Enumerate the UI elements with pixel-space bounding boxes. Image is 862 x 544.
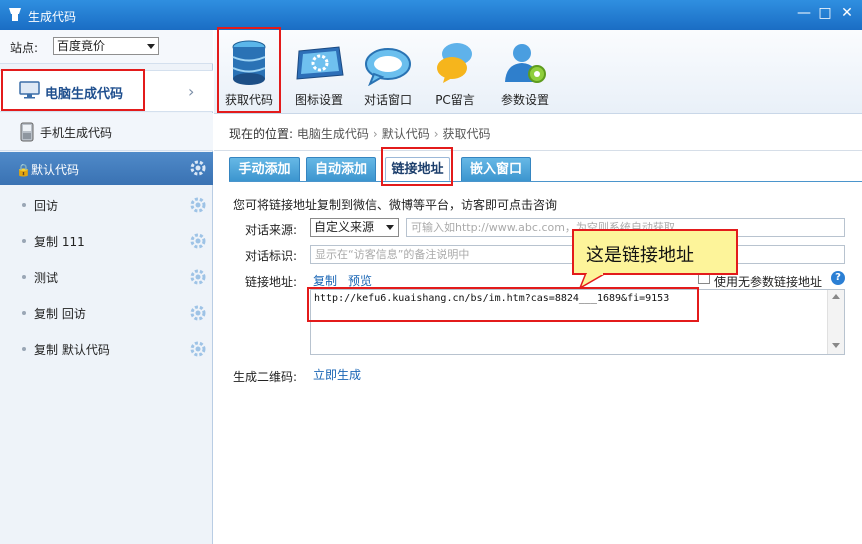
monitor-gear-icon (296, 46, 344, 80)
user-settings-icon (505, 44, 546, 83)
window-title: 生成代码 (28, 10, 77, 24)
qr-label: 生成二维码: (233, 370, 298, 384)
sidebar-item-label: 电脑生成代码 (45, 87, 124, 102)
help-icon[interactable]: ? (831, 271, 845, 285)
database-icon (232, 40, 266, 85)
sidebar-subitem-label: 测试 (34, 271, 59, 285)
sidebar-subitem-test[interactable]: 测试 (0, 259, 213, 295)
sidebar: 站点: 百度竟价 电脑生成代码 › 手机生成代码 🔒默认代码 回访 复制 111… (0, 30, 213, 544)
generate-qr-link[interactable]: 立即生成 (313, 366, 361, 383)
toolbar-get-code-button[interactable]: 获取代码 (218, 30, 280, 114)
gear-icon[interactable] (190, 305, 206, 321)
monitor-icon (19, 81, 40, 99)
sidebar-subitem-copy-default[interactable]: 复制 默认代码 (0, 331, 213, 367)
dropdown-arrow-icon (147, 44, 155, 49)
copy-link[interactable]: 复制 (313, 272, 337, 289)
sidebar-subitem-label: 复制 回访 (34, 307, 86, 321)
title-bar: 生成代码 — □ ✕ (0, 0, 862, 30)
minimize-button[interactable]: — (794, 3, 814, 23)
breadcrumb-item[interactable]: 电脑生成代码 (297, 127, 369, 141)
description-text: 您可将链接地址复制到微信、微博等平台，访客即可点击咨询 (233, 198, 558, 212)
site-row: 站点: 百度竟价 (0, 30, 213, 64)
sidebar-subitem-label: 复制 111 (34, 235, 85, 249)
dropdown-arrow-icon (386, 225, 394, 230)
toolbar-label: 获取代码 (224, 93, 273, 107)
source-label: 对话来源: (245, 223, 298, 237)
source-select-value: 自定义来源 (314, 220, 375, 234)
preview-link[interactable]: 预览 (348, 272, 372, 289)
link-value: http://kefu6.kuaishang.cn/bs/im.htm?cas=… (314, 293, 670, 304)
toolbar-label: PC留言 (435, 93, 475, 107)
toolbar-label: 对话窗口 (363, 93, 412, 107)
divider (214, 150, 862, 151)
gear-icon[interactable] (190, 160, 206, 176)
sidebar-subitem-revisit[interactable]: 回访 (0, 187, 213, 223)
tab-embed-window[interactable]: 嵌入窗口 (461, 157, 531, 181)
phone-icon (20, 122, 34, 142)
speech-bubbles-icon (437, 43, 472, 83)
sidebar-subitem-copy-revisit[interactable]: 复制 回访 (0, 295, 213, 331)
identity-label: 对话标识: (245, 249, 298, 263)
scroll-down-icon[interactable] (832, 343, 840, 348)
chat-bubble-icon (365, 48, 411, 86)
chevron-right-icon: › (188, 82, 195, 101)
breadcrumb-item[interactable]: 默认代码 (382, 127, 430, 141)
textarea-scrollbar[interactable] (827, 290, 844, 354)
bullet-icon (22, 239, 26, 243)
breadcrumb: 现在的位置: 电脑生成代码 › 默认代码 › 获取代码 (229, 125, 491, 142)
site-select-value: 百度竟价 (57, 39, 106, 53)
scroll-up-icon[interactable] (832, 294, 840, 299)
tab-manual-add[interactable]: 手动添加 (229, 157, 300, 181)
tab-underline (229, 181, 862, 182)
toolbar-parameter-settings-button[interactable]: 参数设置 (494, 30, 556, 114)
breadcrumb-item: 获取代码 (442, 127, 491, 141)
app-icon (9, 8, 21, 21)
site-label: 站点: (10, 41, 39, 55)
tab-auto-add[interactable]: 自动添加 (306, 157, 376, 181)
breadcrumb-separator-icon: › (372, 127, 378, 141)
sidebar-subitem-copy-111[interactable]: 复制 111 (0, 223, 213, 259)
gear-icon[interactable] (190, 197, 206, 213)
sidebar-item-mobile-code[interactable]: 手机生成代码 (0, 113, 213, 151)
sidebar-item-label: 🔒默认代码 (16, 163, 79, 177)
gear-icon[interactable] (190, 269, 206, 285)
toolbar-chat-window-button[interactable]: 对话窗口 (355, 30, 421, 114)
site-select[interactable]: 百度竟价 (53, 37, 159, 55)
bullet-icon (22, 203, 26, 207)
toolbar-pc-message-button[interactable]: PC留言 (426, 30, 484, 114)
callout-box: 这是链接地址 (572, 229, 738, 275)
toolbar: 获取代码 图标设置 对话窗口 PC留言 参数设置 (214, 30, 862, 114)
link-label: 链接地址: (245, 275, 298, 289)
sidebar-item-pc-code[interactable]: 电脑生成代码 › (0, 70, 213, 112)
sidebar-subitem-label: 回访 (34, 199, 59, 213)
sidebar-subitem-label: 复制 默认代码 (34, 343, 110, 357)
callout-pointer (578, 273, 608, 289)
maximize-button[interactable]: □ (815, 3, 835, 23)
breadcrumb-separator-icon: › (433, 127, 439, 141)
bullet-icon (22, 311, 26, 315)
bullet-icon (22, 347, 26, 351)
toolbar-label: 参数设置 (500, 93, 549, 107)
link-textarea[interactable]: http://kefu6.kuaishang.cn/bs/im.htm?cas=… (310, 289, 845, 355)
gear-icon[interactable] (190, 233, 206, 249)
sidebar-item-default-code[interactable]: 🔒默认代码 (0, 152, 213, 185)
tab-link-address[interactable]: 链接地址 (385, 157, 450, 181)
breadcrumb-prefix: 现在的位置: (229, 127, 294, 141)
gear-icon[interactable] (190, 341, 206, 357)
default-code-label: 默认代码 (30, 163, 79, 177)
bullet-icon (22, 275, 26, 279)
sidebar-item-label: 手机生成代码 (40, 126, 113, 140)
source-select[interactable]: 自定义来源 (310, 218, 399, 237)
no-param-label: 使用无参数链接地址 (714, 275, 823, 289)
toolbar-icon-settings-button[interactable]: 图标设置 (286, 30, 352, 114)
toolbar-label: 图标设置 (294, 93, 343, 107)
close-button[interactable]: ✕ (837, 3, 857, 23)
